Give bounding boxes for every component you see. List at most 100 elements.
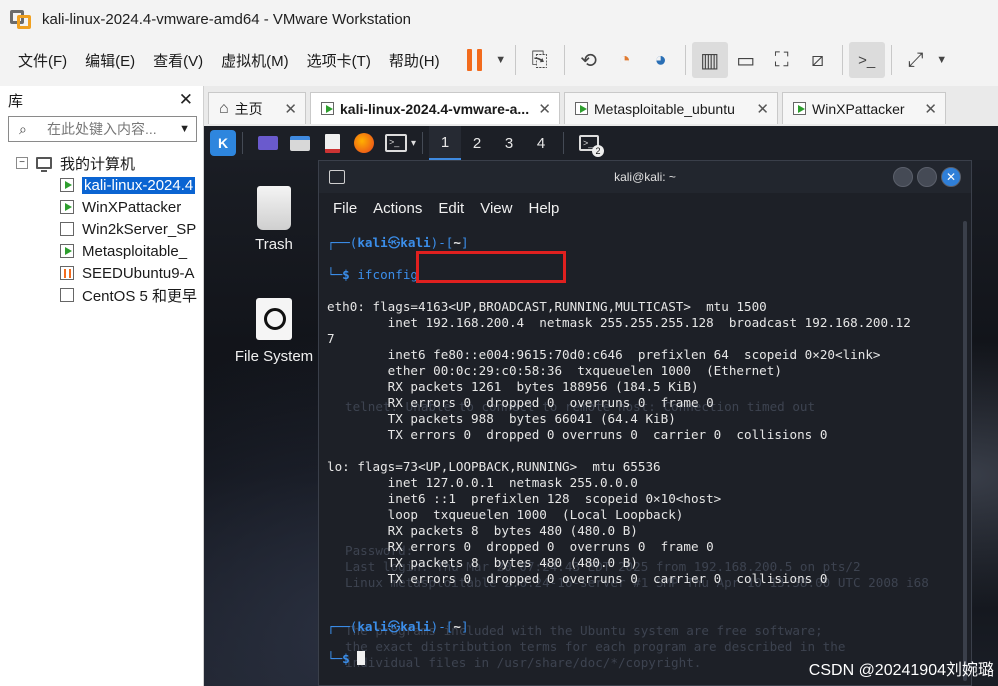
library-title: 库 <box>8 92 24 110</box>
send-ctrl-alt-del-button[interactable]: ⎘ <box>522 42 558 78</box>
close-icon[interactable]: ✕ <box>924 100 937 118</box>
tree-item-winxpattacker[interactable]: WinXPattacker <box>0 196 203 218</box>
desktop-icon-file-system[interactable]: File System <box>224 298 324 365</box>
pause-button[interactable] <box>457 42 493 78</box>
home-icon: ⌂ <box>219 99 229 117</box>
terminal-line: TX packets 8 bytes 480 (480.0 B) <box>327 555 638 570</box>
terminal-menu-view[interactable]: View <box>472 200 520 217</box>
terminal-line: inet 127.0.0.1 netmask 255.0.0.0 <box>327 475 638 490</box>
tab-metasploitable[interactable]: Metasploitable_ubuntu ✕ <box>564 92 778 124</box>
tree-item-label: CentOS 5 和更早 <box>82 287 198 305</box>
tree-item-seedubuntu[interactable]: SEEDUbuntu9-A <box>0 262 203 284</box>
guest-display[interactable]: K >_ ▾ 1 2 3 4 >_ 2 Trash File System ka… <box>204 126 998 686</box>
thumbnail-bar-icon: ▭ <box>736 49 756 72</box>
maximize-button[interactable] <box>917 167 937 187</box>
prompt-user: kali <box>357 235 388 250</box>
library-panel: 库 ✕ ⌕ 在此处键入内容... ▼ − 我的计算机 kali-linux-20… <box>0 86 204 686</box>
terminal-menu-file[interactable]: File <box>325 200 365 217</box>
chevron-down-icon[interactable]: ▾ <box>411 138 416 149</box>
terminal-titlebar[interactable]: kali@kali: ~ ✕ <box>319 161 971 193</box>
tab-label: 主页 <box>234 100 263 117</box>
chevron-down-icon[interactable]: ▼ <box>179 123 196 135</box>
show-desktop-icon[interactable] <box>255 130 281 156</box>
terminal-menu-help[interactable]: Help <box>520 200 567 217</box>
terminal-scrollbar[interactable] <box>963 221 967 681</box>
pause-icon <box>467 49 483 71</box>
menu-file[interactable]: 文件(F) <box>9 50 76 71</box>
menu-edit[interactable]: 编辑(E) <box>76 50 144 71</box>
workspace-3[interactable]: 3 <box>493 126 525 160</box>
unity-icon: ⧄ <box>811 48 824 71</box>
full-screen-icon: ⛶ <box>774 48 789 71</box>
terminal-menu-edit[interactable]: Edit <box>430 200 472 217</box>
tab-home[interactable]: ⌂ 主页 ✕ <box>208 92 306 124</box>
pause-dropdown-icon[interactable]: ▼ <box>493 54 509 66</box>
menu-tabs[interactable]: 选项卡(T) <box>298 50 380 71</box>
thumbnail-bar-button[interactable]: ▭ <box>728 42 764 78</box>
terminal-line: inet6 fe80::e004:9615:70d0:c646 prefixle… <box>327 347 881 362</box>
firefox-icon[interactable] <box>351 130 377 156</box>
menu-view[interactable]: 查看(V) <box>144 50 212 71</box>
stretch-guest-button[interactable]: ⤢ <box>898 42 934 78</box>
snapshot-button[interactable]: ⟲ <box>571 42 607 78</box>
show-library-button[interactable]: ▥ <box>691 42 728 78</box>
file-manager-icon[interactable] <box>287 130 313 156</box>
search-icon: ⌕ <box>19 120 27 137</box>
trash-icon <box>257 186 291 230</box>
close-icon[interactable]: ✕ <box>538 100 551 118</box>
vm-off-icon <box>60 288 74 302</box>
kali-menu-icon[interactable]: K <box>210 130 236 156</box>
command-text: ifconfig <box>357 267 419 282</box>
prompt-host: kali <box>400 619 431 634</box>
menu-vm[interactable]: 虚拟机(M) <box>212 50 298 71</box>
menu-help[interactable]: 帮助(H) <box>380 50 449 71</box>
taskbar-terminal-icon[interactable]: >_ 2 <box>576 130 605 157</box>
tree-item-label: SEEDUbuntu9-A <box>82 264 195 282</box>
stretch-icon: ⤢ <box>907 48 924 71</box>
desktop-icon-trash[interactable]: Trash <box>224 186 324 253</box>
close-icon[interactable]: ✕ <box>284 100 297 118</box>
terminal-output[interactable]: ┌──(kali㉿kali)-[~] └─$ ifconfig eth0: fl… <box>327 219 955 685</box>
tab-winxpattacker[interactable]: WinXPattacker ✕ <box>782 92 946 124</box>
desktop-icon-label: Trash <box>255 236 293 253</box>
close-icon[interactable]: ✕ <box>756 100 769 118</box>
snapshot-manager-button[interactable]: ◕ <box>643 42 679 78</box>
workspace-4[interactable]: 4 <box>525 126 557 160</box>
tree-root-my-computer[interactable]: − 我的计算机 <box>0 152 203 174</box>
prompt-line-1: ┌──(kali㉿kali)-[~] <box>327 235 469 250</box>
library-layout-icon: ▥ <box>700 49 720 72</box>
terminal-line: eth0: flags=4163<UP,BROADCAST,RUNNING,MU… <box>327 299 767 314</box>
tree-item-win2kserver[interactable]: Win2kServer_SP <box>0 218 203 240</box>
terminal-line: RX errors 0 dropped 0 overruns 0 frame 0 <box>327 395 714 410</box>
ifconfig-output: eth0: flags=4163<UP,BROADCAST,RUNNING,MU… <box>327 299 955 603</box>
vmware-logo-icon <box>10 8 34 30</box>
text-cursor <box>357 651 366 665</box>
console-view-button[interactable]: >_ <box>848 42 885 78</box>
library-search-input[interactable]: ⌕ 在此处键入内容... ▼ <box>8 116 197 142</box>
terminal-line: 7 <box>327 331 335 346</box>
full-screen-button[interactable]: ⛶ <box>764 42 800 78</box>
stretch-dropdown-icon[interactable]: ▼ <box>934 54 950 66</box>
workspace-2[interactable]: 2 <box>461 126 493 160</box>
tree-item-kali[interactable]: kali-linux-2024.4 <box>0 174 203 196</box>
tree-item-metasploitable[interactable]: Metasploitable_ <box>0 240 203 262</box>
library-close-icon[interactable]: ✕ <box>179 90 193 110</box>
collapse-icon[interactable]: − <box>16 157 28 169</box>
close-button[interactable]: ✕ <box>941 167 961 187</box>
text-editor-icon[interactable] <box>319 130 345 156</box>
prompt-host: kali <box>400 235 431 250</box>
terminal-line: lo: flags=73<UP,LOOPBACK,RUNNING> mtu 65… <box>327 459 661 474</box>
terminal-menu-actions[interactable]: Actions <box>365 200 430 217</box>
tree-item-centos[interactable]: CentOS 5 和更早 <box>0 284 203 306</box>
revert-snapshot-button[interactable]: ◔ <box>607 42 643 78</box>
vm-off-icon <box>60 222 74 236</box>
terminal-launcher-icon[interactable]: >_ <box>383 130 409 156</box>
minimize-button[interactable] <box>893 167 913 187</box>
workspace-1[interactable]: 1 <box>429 126 462 160</box>
terminal-window[interactable]: kali@kali: ~ ✕ File Actions Edit View He… <box>318 160 972 686</box>
tab-label: kali-linux-2024.4-vmware-a... <box>340 100 530 117</box>
unity-button[interactable]: ⧄ <box>800 42 836 78</box>
tab-kali[interactable]: kali-linux-2024.4-vmware-a... ✕ <box>310 92 560 124</box>
tab-label: WinXPattacker <box>812 100 905 117</box>
